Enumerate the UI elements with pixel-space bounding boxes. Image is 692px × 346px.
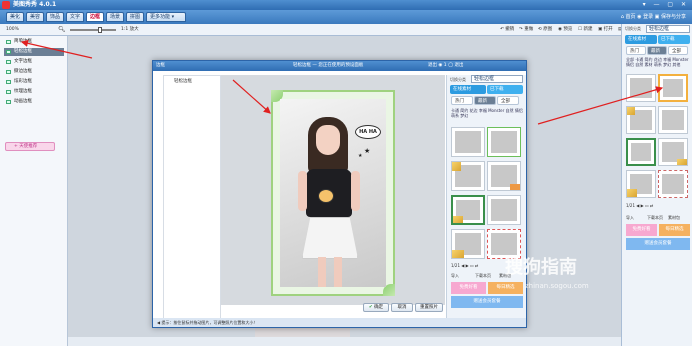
annotation-arrows [20,39,664,125]
arrow-to-sidebar-item [20,39,93,59]
arrow-to-photo-frame [232,79,271,114]
watermark-text: 搜狗指南 [505,257,577,278]
watermark-url: zhinan.sogou.com [525,282,589,290]
arrow-to-panel-thumbnail [537,86,664,125]
